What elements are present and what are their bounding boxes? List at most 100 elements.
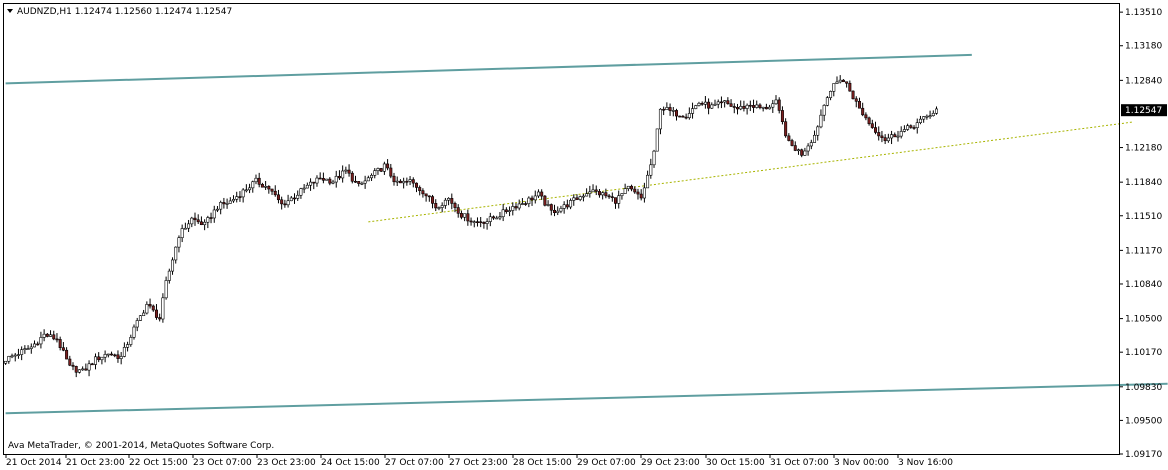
x-tick-label: 30 Oct 15:00 <box>706 458 765 468</box>
candle-body <box>748 104 752 107</box>
candle-body <box>405 180 409 183</box>
candle-body <box>206 217 210 223</box>
candle-body <box>719 101 723 104</box>
candle-body <box>546 204 550 206</box>
candle-body <box>562 204 566 209</box>
candle-body <box>877 132 881 137</box>
candle-body <box>835 81 839 84</box>
candle-body <box>646 174 650 189</box>
candle-body <box>39 337 43 345</box>
candle-body <box>639 193 643 199</box>
x-tick-label: 23 Oct 23:00 <box>257 458 316 468</box>
candle-body <box>764 106 768 110</box>
candle <box>694 104 698 110</box>
candle-body <box>466 213 470 222</box>
candle-body <box>678 115 682 118</box>
candle-body <box>597 191 601 196</box>
candle-body <box>241 189 245 198</box>
candle-body <box>777 99 781 111</box>
candle-body <box>151 305 155 311</box>
candle-body <box>77 369 81 373</box>
candle-body <box>626 185 630 189</box>
candle-body <box>222 202 226 205</box>
candle-body <box>543 195 547 206</box>
candle-body <box>158 317 162 320</box>
candle-body <box>700 102 704 105</box>
candle-body <box>707 101 711 109</box>
candle-body <box>742 106 746 109</box>
y-tick-label: 1.09830 <box>1125 383 1162 393</box>
candle-body <box>398 180 402 184</box>
candle-body <box>10 355 14 358</box>
candle-body <box>694 105 698 109</box>
candle-body <box>472 221 476 223</box>
candle <box>543 195 547 207</box>
candle-body <box>321 178 325 181</box>
candle-body <box>594 189 598 192</box>
candle-body <box>517 203 521 209</box>
candle-body <box>209 217 213 219</box>
candle-body <box>103 354 107 358</box>
candle-body <box>841 79 845 83</box>
candle-body <box>408 179 412 182</box>
candle-body <box>61 347 65 351</box>
candle-body <box>896 135 900 138</box>
candle <box>825 96 829 107</box>
candle-body <box>116 354 120 359</box>
candle-body <box>520 203 524 205</box>
candle-body <box>723 100 727 103</box>
candle-body <box>784 121 788 137</box>
candle-body <box>655 128 659 152</box>
candle-body <box>735 107 739 110</box>
candle-body <box>729 103 733 107</box>
candle-body <box>501 209 505 218</box>
candle-body <box>74 366 78 373</box>
candle-body <box>569 200 573 208</box>
candle-body <box>357 181 361 184</box>
candle-body <box>402 180 406 184</box>
candle-body <box>289 197 293 202</box>
candle-body <box>469 220 473 223</box>
candle-body <box>93 356 97 365</box>
candle-body <box>633 188 637 193</box>
candle-body <box>260 184 264 188</box>
candle <box>655 128 659 152</box>
candle-body <box>861 107 865 116</box>
candle-body <box>524 203 528 205</box>
candle-body <box>813 134 817 143</box>
candle-body <box>533 195 537 201</box>
candle-body <box>273 190 277 196</box>
candle-body <box>71 364 75 367</box>
candle-body <box>106 353 110 356</box>
candle-body <box>187 223 191 229</box>
candle-body <box>36 343 40 346</box>
x-tick-label: 22 Oct 15:00 <box>129 458 188 468</box>
candle-body <box>857 101 861 109</box>
candle-body <box>244 189 248 192</box>
candle-body <box>796 149 800 152</box>
candle-body <box>4 360 8 364</box>
candle-body <box>135 320 139 328</box>
candle-body <box>248 187 252 191</box>
candle-body <box>366 177 370 182</box>
candle-body <box>549 204 553 211</box>
candle-body <box>479 221 483 224</box>
candle-body <box>809 142 813 147</box>
candle-body <box>671 110 675 112</box>
candle-body <box>674 110 678 117</box>
candle-body <box>49 334 53 337</box>
candle <box>161 293 165 323</box>
candle-body <box>97 356 101 361</box>
candle-body <box>363 180 367 184</box>
candle-body <box>52 334 56 340</box>
candle-body <box>838 79 842 83</box>
candle-body <box>119 356 123 359</box>
candle-body <box>527 197 531 204</box>
candle-body <box>421 190 425 195</box>
copyright-text: Ava MetaTrader, © 2001-2014, MetaQuotes … <box>8 441 274 451</box>
candle-body <box>280 199 284 205</box>
candle-body <box>851 90 855 100</box>
candle-body <box>424 193 428 197</box>
candle-body <box>196 219 200 223</box>
candle-body <box>328 178 332 184</box>
